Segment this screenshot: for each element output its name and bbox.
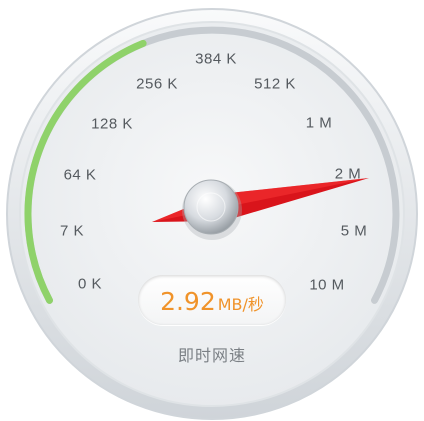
scale-label-512k: 512 K bbox=[254, 75, 296, 93]
scale-label-1m: 1 M bbox=[305, 114, 333, 132]
gauge-caption: 即时网速 bbox=[177, 346, 247, 365]
speed-readout: 2.92 MB/秒 bbox=[138, 275, 286, 325]
speed-unit: MB/秒 bbox=[217, 295, 264, 314]
scale-label-64k: 64 K bbox=[63, 166, 97, 184]
scale-label-256k: 256 K bbox=[136, 75, 178, 93]
needle-hub bbox=[183, 179, 239, 235]
scale-label-5m: 5 M bbox=[340, 222, 368, 240]
scale-label-0k: 0 K bbox=[77, 275, 103, 293]
speed-gauge: 0 K 7 K 64 K 128 K 256 K 384 K 512 K 1 M… bbox=[0, 0, 424, 421]
scale-label-384k: 384 K bbox=[195, 50, 237, 68]
scale-label-7k: 7 K bbox=[59, 222, 85, 240]
scale-label-10m: 10 M bbox=[309, 276, 345, 294]
scale-label-2m: 2 M bbox=[334, 165, 362, 183]
scale-label-128k: 128 K bbox=[91, 115, 133, 133]
speed-value: 2.92 bbox=[160, 287, 216, 316]
